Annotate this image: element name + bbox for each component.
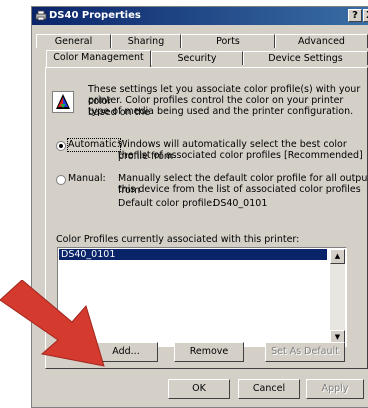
- cancel-button[interactable]: Cancel: [238, 379, 300, 399]
- tab-ports[interactable]: Ports: [181, 34, 275, 48]
- red-arrow-icon: [0, 280, 105, 367]
- window-title: DS40 Properties: [49, 10, 141, 21]
- set-default-button[interactable]: Set As Default: [265, 342, 345, 362]
- automatic-radio[interactable]: [56, 141, 66, 151]
- printer-icon: [35, 10, 47, 21]
- help-button[interactable]: ?: [348, 9, 362, 22]
- manual-desc-2: this device from the list of associated …: [118, 184, 361, 195]
- list-item[interactable]: DS40_0101: [59, 249, 327, 260]
- scroll-up-button[interactable]: ▲: [330, 249, 345, 264]
- profiles-list-label: Color Profiles currently associated with…: [56, 234, 300, 245]
- list-scrollbar[interactable]: ▲ ▼: [330, 249, 345, 345]
- color-profile-icon: [52, 91, 74, 113]
- title-bar[interactable]: DS40 Properties ? X: [32, 7, 368, 25]
- manual-radio[interactable]: [56, 175, 66, 185]
- default-profile-label: Default color profile:: [118, 198, 216, 209]
- tab-device-settings[interactable]: Device Settings: [243, 51, 368, 65]
- tab-color-management[interactable]: Color Management: [46, 50, 151, 67]
- ok-button[interactable]: OK: [168, 379, 230, 399]
- tab-general[interactable]: General: [36, 34, 111, 48]
- intro-line-3: type of media being used and the printer…: [88, 106, 354, 117]
- close-button[interactable]: X: [363, 9, 368, 22]
- tab-sharing[interactable]: Sharing: [111, 34, 181, 48]
- apply-button[interactable]: Apply: [306, 379, 364, 399]
- tab-advanced[interactable]: Advanced: [275, 34, 368, 48]
- automatic-label[interactable]: Automatic:: [67, 138, 121, 152]
- automatic-desc-2: the list of associated color profiles [R…: [118, 150, 363, 161]
- default-profile-value: DS40_0101: [213, 198, 268, 209]
- tab-security[interactable]: Security: [151, 51, 243, 65]
- manual-label[interactable]: Manual:: [68, 173, 106, 185]
- remove-button[interactable]: Remove: [174, 342, 244, 362]
